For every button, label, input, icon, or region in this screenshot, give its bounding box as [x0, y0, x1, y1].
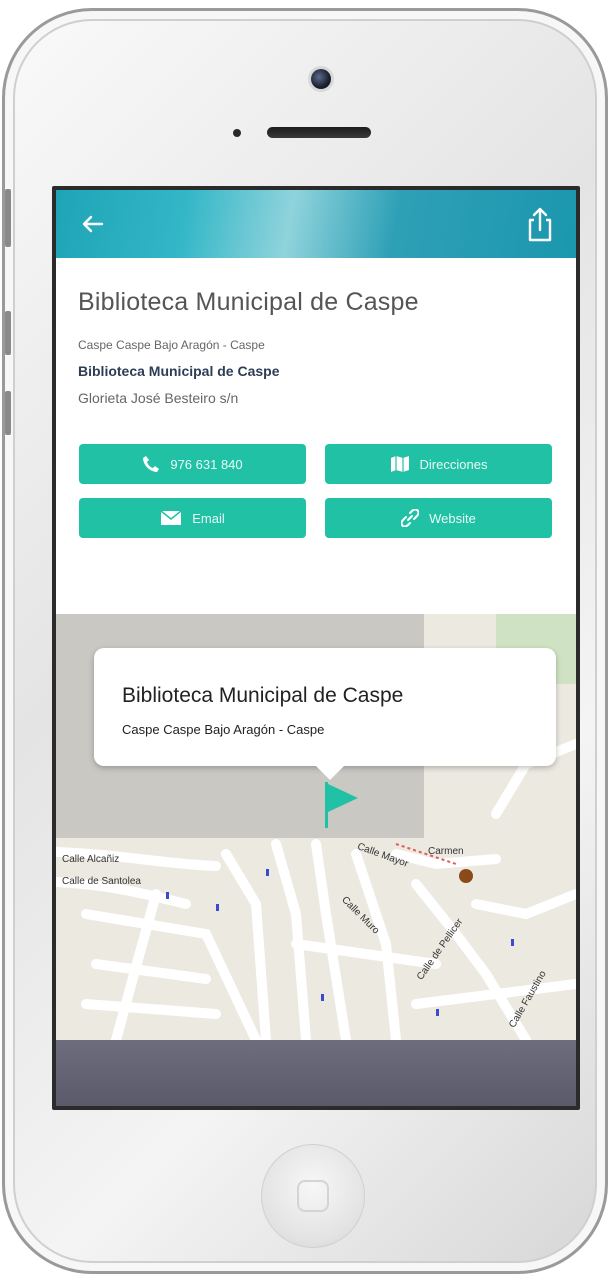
envelope-icon [160, 510, 182, 525]
share-icon[interactable] [522, 204, 558, 244]
street-label: Calle de Santolea [62, 876, 141, 887]
map-callout[interactable]: Biblioteca Municipal de Caspe Caspe Casp… [94, 648, 556, 780]
front-camera [311, 69, 331, 89]
home-button[interactable] [261, 1144, 365, 1248]
link-icon [401, 509, 420, 527]
call-button[interactable]: 976 631 840 [79, 444, 306, 484]
website-button-label: Website [429, 510, 476, 526]
arrow-left-icon[interactable] [76, 208, 108, 240]
volume-down-button [5, 391, 11, 435]
place-title: Biblioteca Municipal de Caspe [78, 288, 419, 316]
bottom-bar [56, 1040, 576, 1106]
app-bar [56, 190, 576, 258]
call-button-label: 976 631 840 [170, 456, 243, 472]
directions-button-label: Direcciones [419, 456, 488, 472]
volume-up-button [5, 311, 11, 355]
street-label: Carmen [428, 846, 464, 857]
app-view: Biblioteca Municipal de Caspe Caspe Casp… [56, 190, 576, 1106]
map-pin-flag-icon[interactable] [322, 780, 360, 830]
callout-subtitle: Caspe Caspe Bajo Aragón - Caspe [122, 722, 325, 737]
street-label: Calle Alcañiz [62, 854, 120, 865]
website-button[interactable]: Website [325, 498, 552, 538]
map-view[interactable]: Calle Alcañiz Calle de Santolea Calle Ma… [56, 614, 576, 1040]
place-address: Glorieta José Besteiro s/n [78, 390, 239, 406]
map-icon [390, 456, 409, 472]
place-location: Caspe Caspe Bajo Aragón - Caspe [78, 338, 265, 352]
mute-switch [5, 189, 11, 247]
phone-icon [143, 456, 160, 472]
earpiece-speaker [267, 127, 371, 138]
callout-title: Biblioteca Municipal de Caspe [122, 684, 404, 707]
email-button-label: Email [192, 510, 225, 526]
directions-button[interactable]: Direcciones [325, 444, 552, 484]
proximity-sensor [233, 129, 241, 137]
place-name: Biblioteca Municipal de Caspe [78, 363, 280, 379]
email-button[interactable]: Email [79, 498, 306, 538]
phone-screen: Biblioteca Municipal de Caspe Caspe Casp… [52, 186, 580, 1110]
